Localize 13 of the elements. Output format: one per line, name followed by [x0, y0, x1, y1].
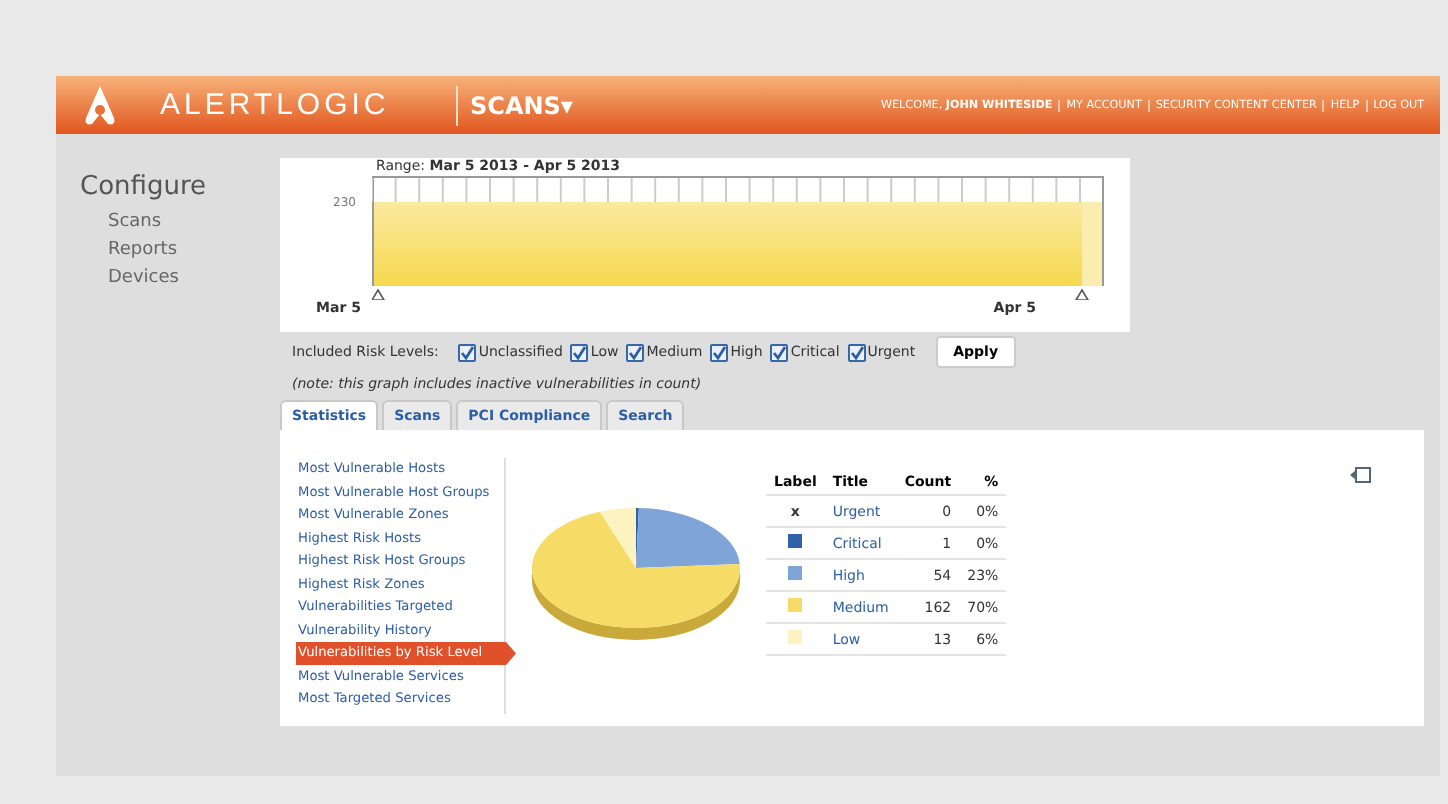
sidebar-item[interactable]: Reports — [80, 236, 280, 264]
sidebar-item[interactable]: Devices — [80, 264, 280, 292]
checkbox[interactable] — [570, 343, 589, 361]
checkbox[interactable] — [710, 343, 729, 361]
sidebar-title: Configure — [80, 172, 209, 202]
checkbox[interactable] — [626, 343, 645, 361]
brand-name: ALERTLOGIC — [160, 88, 392, 122]
logo-icon — [84, 85, 116, 125]
checkbox[interactable] — [458, 343, 477, 361]
checkbox[interactable] — [847, 343, 866, 361]
sidebar-item[interactable]: Scans — [80, 208, 280, 236]
checkbox[interactable] — [770, 343, 789, 361]
export-icon[interactable] — [1348, 466, 1372, 484]
